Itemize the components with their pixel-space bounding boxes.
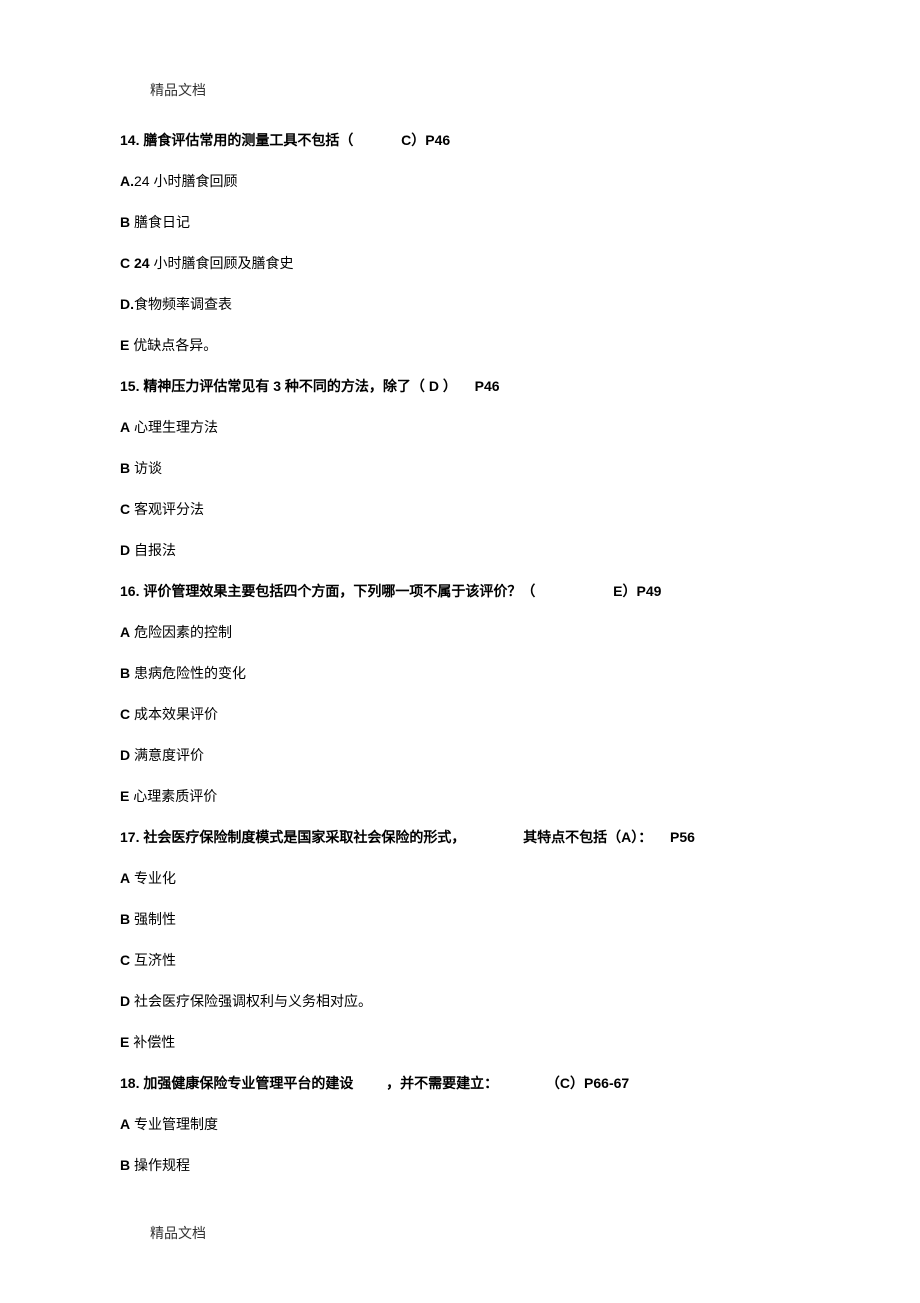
question-answer-ref: P56: [670, 829, 695, 845]
option: D 社会医疗保险强调权利与义务相对应。: [120, 991, 800, 1012]
question-17: 17. 社会医疗保险制度模式是国家采取社会保险的形式， 其特点不包括（A）： P…: [120, 827, 800, 848]
option: C 成本效果评价: [120, 704, 800, 725]
question-stem: 精神压力评估常见有 3 种不同的方法，除了（ D ）: [143, 378, 456, 394]
question-number: 17.: [120, 829, 139, 845]
question-14: 14. 膳食评估常用的测量工具不包括（ C）P46: [120, 130, 800, 151]
option: A 心理生理方法: [120, 417, 800, 438]
option: D.食物频率调查表: [120, 294, 800, 315]
question-15: 15. 精神压力评估常见有 3 种不同的方法，除了（ D ） P46: [120, 376, 800, 397]
question-number: 16.: [120, 583, 139, 599]
option: E 优缺点各异。: [120, 335, 800, 356]
option: E 心理素质评价: [120, 786, 800, 807]
option: B 操作规程: [120, 1155, 800, 1176]
document-page: 精品文档 14. 膳食评估常用的测量工具不包括（ C）P46 A.24 小时膳食…: [0, 0, 920, 1303]
page-header: 精品文档: [150, 80, 800, 100]
option: A 专业管理制度: [120, 1114, 800, 1135]
option: C 24 小时膳食回顾及膳食史: [120, 253, 800, 274]
question-stem-part2: ，并不需要建立：: [386, 1075, 498, 1091]
question-number: 14.: [120, 132, 139, 148]
question-stem: 加强健康保险专业管理平台的建设: [143, 1075, 353, 1091]
option: D 满意度评价: [120, 745, 800, 766]
option: B 患病危险性的变化: [120, 663, 800, 684]
option: A 危险因素的控制: [120, 622, 800, 643]
question-stem: 社会医疗保险制度模式是国家采取社会保险的形式，: [143, 829, 465, 845]
option: B 强制性: [120, 909, 800, 930]
option: A.24 小时膳食回顾: [120, 171, 800, 192]
option: A 专业化: [120, 868, 800, 889]
question-answer-ref: E）P49: [613, 583, 661, 599]
question-answer-ref: P46: [475, 378, 500, 394]
option: C 互济性: [120, 950, 800, 971]
question-answer-ref: C）P46: [401, 132, 450, 148]
option: B 膳食日记: [120, 212, 800, 233]
question-stem-part2: 其特点不包括（A）：: [523, 829, 652, 845]
page-footer: 精品文档: [150, 1223, 206, 1243]
question-number: 18.: [120, 1075, 139, 1091]
question-number: 15.: [120, 378, 139, 394]
question-16: 16. 评价管理效果主要包括四个方面，下列哪一项不属于该评价？（ E）P49: [120, 581, 800, 602]
question-stem: 评价管理效果主要包括四个方面，下列哪一项不属于该评价？（: [143, 583, 535, 599]
question-stem: 膳食评估常用的测量工具不包括（: [143, 132, 353, 148]
question-18: 18. 加强健康保险专业管理平台的建设 ，并不需要建立： （C）P66-67: [120, 1073, 800, 1094]
option: B 访谈: [120, 458, 800, 479]
option: E 补偿性: [120, 1032, 800, 1053]
option: C 客观评分法: [120, 499, 800, 520]
option: D 自报法: [120, 540, 800, 561]
question-answer-ref: （C）P66-67: [546, 1075, 629, 1091]
